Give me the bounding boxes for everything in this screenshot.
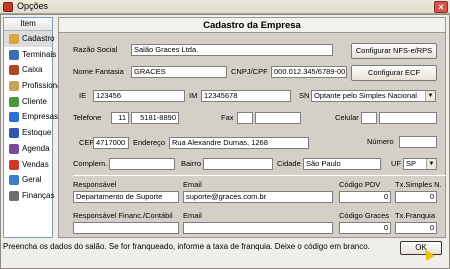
- tx-franquia-label: Tx.Franquia: [395, 211, 436, 220]
- sidebar-item-geral[interactable]: Geral: [4, 172, 52, 188]
- stock-icon: [9, 128, 19, 139]
- responsavel-label: Responsável: [73, 180, 117, 189]
- responsavel-financeiro-field[interactable]: [73, 222, 179, 234]
- codigo-graces-field[interactable]: 0: [339, 222, 391, 234]
- uf-value: SP: [406, 159, 417, 168]
- customer-icon: [9, 96, 19, 107]
- configure-ecf-button[interactable]: Configurar ECF: [351, 65, 437, 81]
- sidebar-item-caixa[interactable]: Caixa: [4, 62, 52, 78]
- nome-fantasia-field[interactable]: GRACES: [131, 66, 227, 78]
- celular-ddd-field[interactable]: [361, 112, 377, 124]
- email-financeiro-label: Email: [183, 211, 202, 220]
- uf-label: UF: [391, 159, 401, 168]
- sidebar-item-cadastro[interactable]: Cadastro: [4, 31, 55, 47]
- razao-social-label: Razão Social: [73, 45, 118, 54]
- sidebar: Item Cadastro Terminais Caixa Profissional C…: [3, 17, 63, 238]
- cash-register-icon: [9, 65, 19, 76]
- sidebar-item-label: Terminais: [22, 49, 57, 59]
- cnpj-field[interactable]: 000.012.345/6789-00: [271, 66, 347, 78]
- tx-franquia-field[interactable]: 0: [395, 222, 437, 234]
- fax-field[interactable]: [255, 112, 301, 124]
- info-icon: [9, 112, 19, 123]
- sidebar-item-label: Finanças: [22, 190, 55, 200]
- status-message: Preencha os dados do salão. Se for franq…: [3, 242, 370, 251]
- sidebar-item-label: Cadastro: [22, 34, 55, 43]
- nome-fantasia-label: Nome Fantasia: [73, 67, 124, 76]
- calendar-icon: [9, 143, 19, 154]
- sidebar-item-empresas[interactable]: Empresas: [4, 109, 58, 125]
- sidebar-item-cliente[interactable]: Cliente: [4, 94, 52, 110]
- ie-label: IE: [79, 91, 87, 100]
- sidebar-header: Item: [4, 18, 52, 31]
- sidebar-item-profissional[interactable]: Profissional: [4, 78, 63, 94]
- uf-select[interactable]: SP ▼: [403, 158, 437, 170]
- person-icon: [9, 81, 19, 92]
- chevron-down-icon[interactable]: ▼: [426, 159, 436, 169]
- sidebar-item-terminais[interactable]: Terminais: [4, 47, 56, 63]
- codigo-pdv-field[interactable]: 0: [339, 191, 391, 203]
- im-label: IM: [189, 91, 198, 100]
- codigo-graces-label: Código Graces: [339, 211, 390, 220]
- numero-label: Número: [367, 137, 394, 146]
- divider: [73, 175, 447, 176]
- sn-label: SN: [299, 91, 310, 100]
- telefone-ddd-field[interactable]: 11: [111, 112, 129, 124]
- panel-title: Cadastro da Empresa: [59, 18, 445, 33]
- configure-nfse-button[interactable]: Configurar NFS-e/RPS: [351, 43, 437, 59]
- sidebar-item-label: Cliente: [22, 96, 47, 106]
- close-button[interactable]: ×: [434, 1, 448, 13]
- email-label: Email: [183, 180, 202, 189]
- sidebar-item-agenda[interactable]: Agenda: [4, 141, 52, 157]
- tx-simples-field[interactable]: 0: [395, 191, 437, 203]
- sidebar-item-label: Vendas: [22, 159, 49, 169]
- codigo-pdv-label: Código PDV: [339, 180, 381, 189]
- chevron-down-icon[interactable]: ▼: [425, 91, 435, 101]
- endereco-label: Endereço: [133, 138, 166, 147]
- numero-field[interactable]: [399, 136, 437, 148]
- sidebar-item-label: Estoque: [22, 128, 52, 138]
- sales-icon: [9, 159, 19, 170]
- celular-field[interactable]: [379, 112, 437, 124]
- sidebar-item-estoque[interactable]: Estoque: [4, 125, 52, 141]
- sidebar-item-label: Caixa: [22, 65, 43, 75]
- cnpj-label: CNPJ/CPF: [231, 67, 268, 76]
- finance-icon: [9, 190, 19, 201]
- sidebar-item-label: Geral: [22, 175, 42, 185]
- fax-ddd-field[interactable]: [237, 112, 253, 124]
- celular-label: Celular: [335, 113, 359, 122]
- simples-nacional-select[interactable]: Optante pelo Simples Nacional ▼: [311, 90, 436, 102]
- general-icon: [9, 175, 19, 186]
- telefone-field[interactable]: 5181-8890: [131, 112, 179, 124]
- sidebar-item-label: Empresas: [22, 112, 59, 122]
- telefone-label: Telefone: [73, 113, 102, 122]
- ie-field[interactable]: 123456: [93, 90, 185, 102]
- responsavel-field[interactable]: Departamento de Suporte: [73, 191, 179, 203]
- app-icon: [3, 2, 13, 12]
- tx-simples-label: Tx.Simples N.: [395, 180, 442, 189]
- endereco-field[interactable]: Rua Alexandre Dumas, 1268: [169, 137, 309, 149]
- window-title: Opções: [17, 1, 49, 11]
- cidade-field[interactable]: São Paulo: [303, 158, 381, 170]
- im-field[interactable]: 12345678: [201, 90, 291, 102]
- cep-field[interactable]: 4717000: [93, 137, 129, 149]
- simples-nacional-value: Optante pelo Simples Nacional: [314, 91, 417, 100]
- sidebar-item-vendas[interactable]: Vendas: [4, 157, 52, 173]
- bairro-field[interactable]: [203, 158, 273, 170]
- cidade-label: Cidade: [277, 159, 301, 168]
- bairro-label: Bairro: [181, 159, 202, 168]
- computer-icon: [9, 49, 19, 60]
- title-bar: Opções ×: [0, 0, 450, 14]
- fax-label: Fax: [221, 113, 234, 122]
- email-field[interactable]: suporte@graces.com.br: [183, 191, 333, 203]
- email-financeiro-field[interactable]: [183, 222, 333, 234]
- complemento-field[interactable]: [109, 158, 175, 170]
- company-panel: Cadastro da Empresa Razão Social Salão G…: [58, 17, 447, 238]
- responsavel-financeiro-label: Responsável Financ./Contábil: [73, 211, 173, 220]
- folder-icon: [9, 34, 19, 44]
- razao-social-field[interactable]: Salão Graces Ltda.: [131, 44, 333, 56]
- complemento-label: Complem.: [73, 159, 108, 168]
- sidebar-item-financas[interactable]: Finanças: [4, 188, 55, 204]
- sidebar-item-label: Agenda: [22, 143, 50, 153]
